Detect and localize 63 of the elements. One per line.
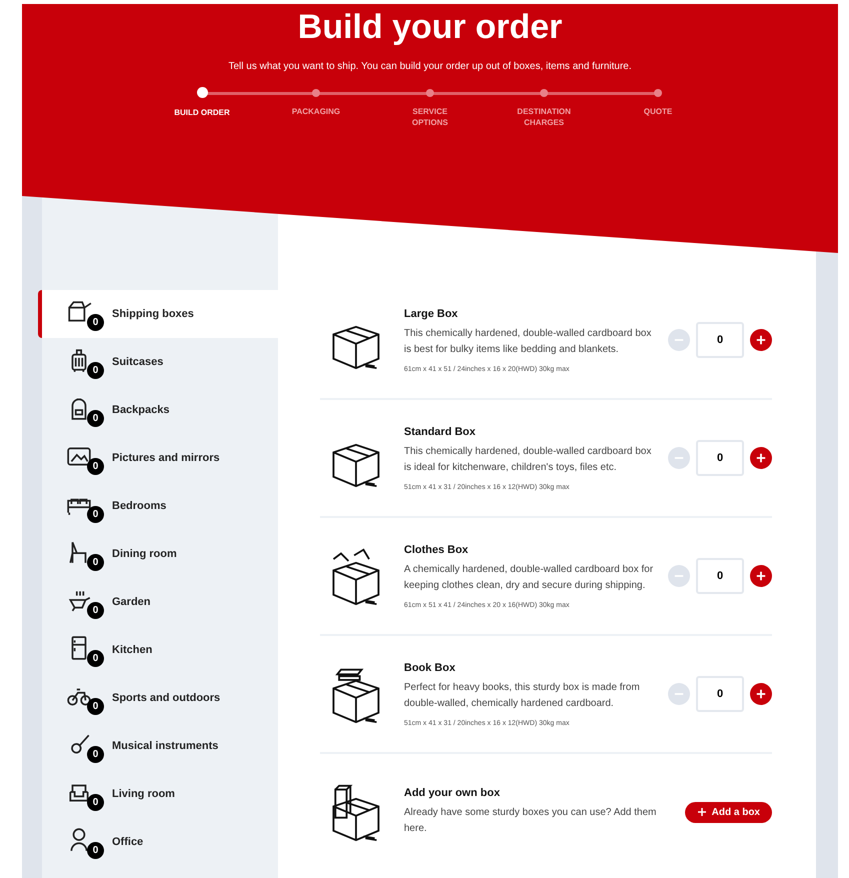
quantity-field[interactable]: 0 xyxy=(696,440,744,476)
count-badge: 0 xyxy=(87,794,104,811)
category-label: Suitcases xyxy=(112,356,164,368)
plus-icon xyxy=(696,807,707,817)
category-item[interactable]: 0 Suitcases xyxy=(38,338,278,386)
category-label: Sports and outdoors xyxy=(112,692,220,704)
category-label: Living room xyxy=(112,788,175,800)
product-description: This chemically hardened, double-walled cardboard box is best for bulky items like bedding and blankets. xyxy=(404,326,652,356)
category-label: Musical instruments xyxy=(112,740,218,752)
count-badge: 0 xyxy=(87,746,104,763)
page-title: Build your order xyxy=(298,8,562,47)
category-label: Bedrooms xyxy=(112,500,166,512)
product-title: Standard Box xyxy=(404,426,477,438)
category-item[interactable]: 0 Living room xyxy=(38,770,278,818)
plus-icon xyxy=(755,570,767,582)
count-badge: 0 xyxy=(87,314,104,331)
product-title: Book Box xyxy=(404,662,456,674)
page-subtitle: Tell us what you want to ship. You can build your order up out of boxes, items and furniture. xyxy=(228,61,632,72)
category-item[interactable]: 0 Dining room xyxy=(38,530,278,578)
count-badge: 0 xyxy=(87,842,104,859)
category-label: Kitchen xyxy=(112,644,152,656)
product-description: This chemically hardened, double-walled cardboard box is ideal for kitchenware, children's toys, files etc. xyxy=(404,444,652,474)
increase-button[interactable] xyxy=(750,565,772,587)
category-label: Dining room xyxy=(112,548,177,560)
category-label: Backpacks xyxy=(112,404,170,416)
product-title: Clothes Box xyxy=(404,544,470,556)
category-item[interactable]: 0 Pictures and mirrors xyxy=(38,434,278,482)
category-item[interactable]: 0 Bedrooms xyxy=(38,482,278,530)
count-badge: 0 xyxy=(87,602,104,619)
increase-button[interactable] xyxy=(750,329,772,351)
plus-icon xyxy=(755,334,767,346)
category-item[interactable]: 0 Garden xyxy=(38,578,278,626)
category-label: Garden xyxy=(112,596,151,608)
increase-button[interactable] xyxy=(750,447,772,469)
category-item[interactable]: 0 Kitchen xyxy=(38,626,278,674)
quantity-field[interactable]: 0 xyxy=(696,322,744,358)
category-item[interactable]: 0 Backpacks xyxy=(38,386,278,434)
plus-icon xyxy=(755,452,767,464)
quantity-field[interactable]: 0 xyxy=(696,676,744,712)
product-description: A chemically hardened, double-walled cardboard box for keeping clothes clean, dry and secure during shipping. xyxy=(404,562,654,592)
add-box-button[interactable]: Add a box xyxy=(684,802,772,822)
product-description: Perfect for heavy books, this sturdy box is made from double-walled, chemically hardened cardboard. xyxy=(404,680,641,710)
step-label[interactable]: BUILD ORDER xyxy=(167,107,237,118)
plus-icon xyxy=(755,688,767,700)
count-badge: 0 xyxy=(87,362,104,379)
category-label: Office xyxy=(112,836,144,848)
product-title: Large Box xyxy=(404,308,459,320)
count-badge: 0 xyxy=(87,458,104,475)
category-item[interactable]: 0 Shipping boxes xyxy=(38,290,278,338)
category-item[interactable]: 0 Sports and outdoors xyxy=(38,674,278,722)
product-title: Add your own box xyxy=(404,787,501,799)
category-label: Pictures and mirrors xyxy=(112,452,220,464)
count-badge: 0 xyxy=(87,650,104,667)
quantity-field[interactable]: 0 xyxy=(696,558,744,594)
category-label: Shipping boxes xyxy=(112,308,194,320)
category-item[interactable]: 0 Office xyxy=(38,818,278,866)
count-badge: 0 xyxy=(87,554,104,571)
category-item[interactable]: 0 Musical instruments xyxy=(38,722,278,770)
count-badge: 0 xyxy=(87,698,104,715)
count-badge: 0 xyxy=(87,410,104,427)
product-description: Already have some sturdy boxes you can use? Add them here. xyxy=(404,806,658,836)
count-badge: 0 xyxy=(87,506,104,523)
increase-button[interactable] xyxy=(750,683,772,705)
